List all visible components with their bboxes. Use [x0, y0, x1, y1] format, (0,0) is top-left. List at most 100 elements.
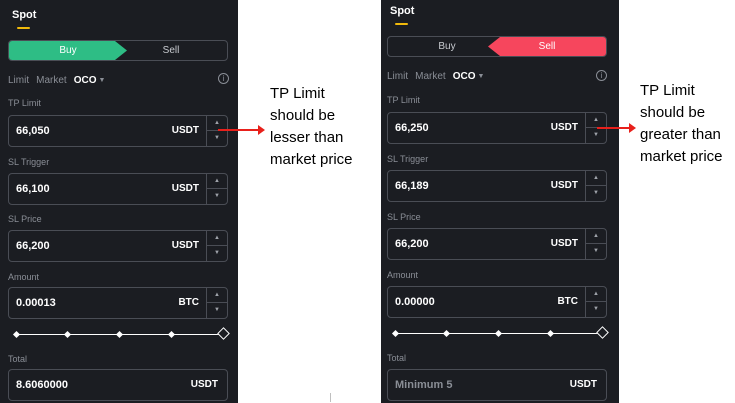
sl-price-unit: USDT	[550, 238, 578, 249]
tp-limit-input[interactable]: 66,050 USDT ▲ ▼	[8, 115, 228, 147]
slider-step[interactable]	[442, 329, 451, 338]
slider-handle[interactable]	[217, 327, 230, 340]
decrement-icon[interactable]: ▼	[207, 303, 227, 318]
amount-slider[interactable]	[12, 327, 230, 341]
tab-market[interactable]: Market	[36, 75, 67, 86]
sl-trigger-unit: USDT	[550, 180, 578, 191]
tp-limit-input[interactable]: 66,250 USDT ▲ ▼	[387, 112, 607, 144]
amount-stepper: ▲ ▼	[206, 288, 227, 318]
info-icon[interactable]: i	[218, 73, 229, 84]
buy-sell-toggle: Buy Sell	[8, 40, 228, 61]
sl-trigger-label: SL Trigger	[387, 154, 429, 164]
trade-panel-sell: Spot Buy Sell Limit Market OCO ▼ i TP Li…	[381, 0, 619, 403]
sl-trigger-input[interactable]: 66,189 USDT ▲ ▼	[387, 170, 607, 202]
amount-unit: BTC	[178, 297, 199, 308]
sl-trigger-input[interactable]: 66,100 USDT ▲ ▼	[8, 173, 228, 205]
amount-unit: BTC	[557, 296, 578, 307]
order-type-tabs: Limit Market OCO ▼	[8, 75, 105, 86]
annotation-line: TP Limit	[640, 82, 695, 99]
increment-icon[interactable]: ▲	[207, 174, 227, 189]
sl-trigger-stepper: ▲ ▼	[585, 171, 606, 201]
tp-limit-stepper: ▲ ▼	[206, 116, 227, 146]
decrement-icon[interactable]: ▼	[207, 131, 227, 146]
sl-price-value: 66,200	[395, 238, 429, 250]
decrement-icon[interactable]: ▼	[586, 244, 606, 259]
amount-stepper: ▲ ▼	[585, 287, 606, 317]
annotation-line: should be	[270, 107, 336, 124]
chevron-down-icon[interactable]: ▼	[477, 73, 484, 80]
slider-step[interactable]	[494, 329, 503, 338]
tab-spot[interactable]: Spot	[390, 5, 414, 17]
annotation-line: lesser than	[270, 129, 344, 146]
slider-step[interactable]	[12, 330, 21, 339]
sl-price-label: SL Price	[387, 212, 421, 222]
tab-oco[interactable]: OCO	[453, 71, 476, 82]
slider-step[interactable]	[115, 330, 124, 339]
sl-price-unit: USDT	[171, 240, 199, 251]
tab-limit[interactable]: Limit	[8, 75, 29, 86]
sell-button[interactable]: Sell	[488, 37, 606, 56]
amount-value: 0.00013	[16, 297, 56, 309]
tab-limit[interactable]: Limit	[387, 71, 408, 82]
total-input[interactable]: 8.6060000 USDT	[8, 369, 228, 401]
slider-step[interactable]	[546, 329, 555, 338]
increment-icon[interactable]: ▲	[207, 288, 227, 303]
sl-trigger-stepper: ▲ ▼	[206, 174, 227, 204]
tp-limit-value: 66,250	[395, 122, 429, 134]
annotation-buy: TP Limit should be lesser than market pr…	[270, 83, 380, 171]
sl-trigger-label: SL Trigger	[8, 157, 50, 167]
decrement-icon[interactable]: ▼	[207, 246, 227, 261]
chevron-down-icon[interactable]: ▼	[98, 77, 105, 84]
amount-label: Amount	[387, 270, 419, 280]
increment-icon[interactable]: ▲	[586, 287, 606, 302]
amount-slider[interactable]	[391, 326, 609, 340]
slider-step[interactable]	[63, 330, 72, 339]
annotation-line: TP Limit	[270, 85, 325, 102]
tp-limit-label: TP Limit	[8, 98, 41, 108]
order-type-tabs: Limit Market OCO ▼	[387, 71, 484, 82]
buy-button[interactable]: Buy	[9, 41, 127, 60]
decrement-icon[interactable]: ▼	[586, 186, 606, 201]
tp-limit-value: 66,050	[16, 125, 50, 137]
slider-step[interactable]	[391, 329, 400, 338]
slider-handle[interactable]	[596, 326, 609, 339]
trade-panel-buy: Spot Buy Sell Limit Market OCO ▼ i TP Li…	[0, 0, 238, 403]
total-unit: USDT	[569, 379, 597, 390]
sl-trigger-unit: USDT	[171, 183, 199, 194]
slider-step[interactable]	[167, 330, 176, 339]
sell-button[interactable]: Sell	[115, 41, 227, 60]
stage: Spot Buy Sell Limit Market OCO ▼ i TP Li…	[0, 0, 735, 403]
amount-label: Amount	[8, 272, 40, 282]
total-unit: USDT	[190, 379, 218, 390]
total-input[interactable]: Minimum 5 USDT	[387, 369, 607, 401]
decrement-icon[interactable]: ▼	[207, 189, 227, 204]
increment-icon[interactable]: ▲	[586, 113, 606, 128]
total-placeholder: Minimum 5	[395, 379, 453, 391]
tab-market[interactable]: Market	[415, 71, 446, 82]
sl-price-input[interactable]: 66,200 USDT ▲ ▼	[387, 228, 607, 260]
total-value: 8.6060000	[16, 379, 68, 391]
info-icon[interactable]: i	[596, 70, 607, 81]
annotation-line: should be	[640, 104, 706, 121]
tab-spot[interactable]: Spot	[12, 9, 36, 21]
sl-price-stepper: ▲ ▼	[585, 229, 606, 259]
total-label: Total	[387, 353, 407, 363]
sl-price-input[interactable]: 66,200 USDT ▲ ▼	[8, 230, 228, 262]
arrow-left-annotation	[218, 125, 265, 135]
tp-limit-label: TP Limit	[387, 95, 420, 105]
sl-trigger-value: 66,100	[16, 183, 50, 195]
increment-icon[interactable]: ▲	[586, 171, 606, 186]
decrement-icon[interactable]: ▼	[586, 302, 606, 317]
amount-value: 0.00000	[395, 296, 435, 308]
annotation-line: market price	[270, 151, 353, 168]
increment-icon[interactable]: ▲	[207, 231, 227, 246]
arrow-right-annotation	[597, 123, 636, 133]
amount-input[interactable]: 0.00000 BTC ▲ ▼	[387, 286, 607, 318]
increment-icon[interactable]: ▲	[586, 229, 606, 244]
tp-limit-unit: USDT	[550, 122, 578, 133]
tab-oco[interactable]: OCO	[74, 75, 97, 86]
tab-underline	[17, 27, 30, 29]
decrement-icon[interactable]: ▼	[586, 128, 606, 143]
amount-input[interactable]: 0.00013 BTC ▲ ▼	[8, 287, 228, 319]
annotation-line: greater than	[640, 126, 721, 143]
